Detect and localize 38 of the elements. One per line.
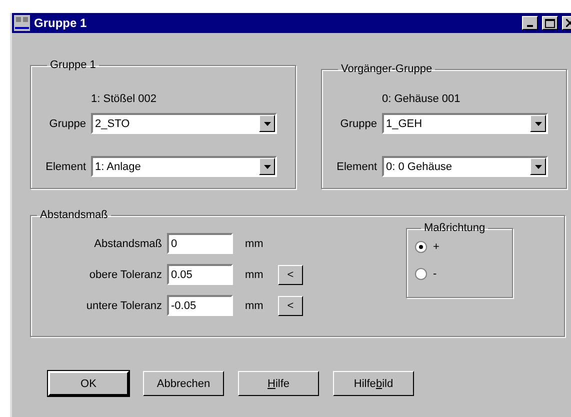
input-field[interactable]: 0.05 [167, 264, 233, 285]
radio-icon[interactable] [415, 241, 427, 253]
group-caption: 1: Stößel 002 [91, 93, 158, 107]
dialog-button[interactable]: Hilfe [238, 371, 319, 396]
field-label: Gruppe [339, 118, 378, 130]
dialog-button[interactable]: OK [48, 371, 129, 396]
unit-label: mm [244, 238, 264, 250]
radio-icon[interactable] [415, 268, 427, 280]
field-label: Gruppe [48, 118, 87, 130]
input-field[interactable]: -0.05 [167, 295, 233, 316]
dialog-button[interactable]: Abbrechen [143, 371, 224, 396]
radio-option[interactable]: + [415, 240, 512, 254]
field-label: Abstandsmaß [93, 238, 163, 250]
dropdown[interactable]: 2_STO [91, 113, 277, 134]
unit-label: mm [244, 300, 264, 312]
group-title: Abstandsmaß [39, 209, 109, 221]
arrow-button[interactable]: < [278, 296, 303, 316]
dropdown[interactable]: 1_GEH [382, 113, 548, 134]
field-label: untere Toleranz [85, 300, 163, 312]
dropdown[interactable]: 0: 0 Gehäuse [382, 156, 548, 177]
radio-option[interactable]: - [415, 267, 512, 281]
unit-label: mm [244, 268, 264, 280]
group-caption: 0: Gehäuse 001 [382, 93, 462, 107]
maximize-button[interactable] [542, 16, 558, 30]
arrow-button[interactable]: < [278, 264, 303, 284]
dropdown[interactable]: 1: Anlage [91, 156, 277, 177]
app-icon [14, 15, 30, 31]
group-title: Gruppe 1 [49, 59, 97, 71]
maximize-icon[interactable] [545, 18, 555, 28]
dialog-button[interactable]: Hilfebild [333, 371, 414, 396]
field-label: obere Toleranz [88, 268, 163, 280]
field-label: Element [44, 160, 87, 172]
input-field[interactable]: 0 [167, 233, 233, 254]
minimize-button[interactable] [522, 16, 538, 30]
group-title: Maßrichtung [423, 222, 486, 234]
field-label: Element [336, 160, 378, 172]
group-title: Vorgänger-Gruppe [340, 63, 434, 75]
window-title: Gruppe 1 [34, 16, 88, 30]
